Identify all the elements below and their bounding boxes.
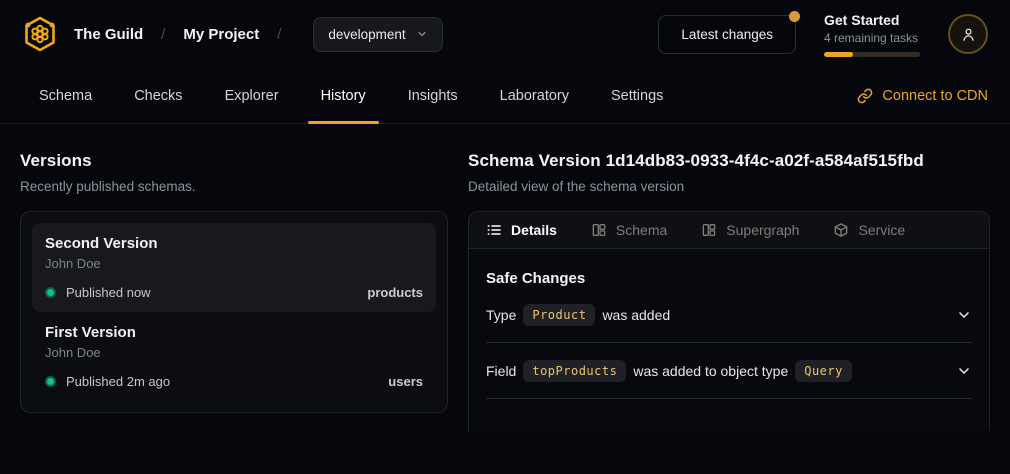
- connect-cdn-link[interactable]: Connect to CDN: [857, 88, 988, 104]
- tab-schema-detail[interactable]: Schema: [591, 222, 667, 238]
- versions-subtitle: Recently published schemas.: [20, 179, 448, 194]
- get-started-widget[interactable]: Get Started 4 remaining tasks: [824, 12, 920, 57]
- tab-explorer[interactable]: Explorer: [208, 68, 296, 123]
- version-title: Second Version: [45, 235, 423, 252]
- cube-icon: [833, 222, 849, 238]
- schema-version-title: Schema Version 1d14db83-0933-4f4c-a02f-a…: [468, 151, 990, 171]
- breadcrumb-separator: /: [157, 26, 169, 43]
- change-text: was added: [602, 307, 670, 323]
- versions-list: Second Version John Doe Published now pr…: [20, 211, 448, 413]
- get-started-subtitle: 4 remaining tasks: [824, 31, 920, 45]
- change-text: Type: [486, 307, 516, 323]
- version-list-item[interactable]: First Version John Doe Published 2m ago …: [32, 312, 436, 401]
- version-title: First Version: [45, 324, 423, 341]
- code-chip: topProducts: [523, 360, 626, 382]
- detail-tabbar: Details Schema: [469, 212, 989, 249]
- tab-insights[interactable]: Insights: [391, 68, 475, 123]
- tab-supergraph-label: Supergraph: [726, 222, 799, 238]
- published-status-icon: [45, 376, 56, 387]
- list-icon: [486, 222, 502, 238]
- notification-dot: [789, 11, 800, 22]
- tab-schema-label: Schema: [616, 222, 667, 238]
- safe-changes-title: Safe Changes: [486, 270, 972, 287]
- tab-history[interactable]: History: [304, 68, 383, 123]
- code-chip: Query: [795, 360, 852, 382]
- chevron-down-icon[interactable]: [956, 363, 972, 379]
- published-status-icon: [45, 287, 56, 298]
- version-service-name: users: [388, 374, 423, 389]
- project-name[interactable]: My Project: [183, 26, 259, 43]
- hive-logo-icon[interactable]: [22, 15, 58, 53]
- schema-version-panel: Details Schema: [468, 211, 990, 431]
- get-started-progress-fill: [824, 52, 853, 57]
- link-icon: [857, 88, 873, 104]
- version-list-item[interactable]: Second Version John Doe Published now pr…: [32, 223, 436, 312]
- connect-cdn-label: Connect to CDN: [882, 88, 988, 104]
- change-text: Field: [486, 363, 516, 379]
- version-status: Published 2m ago: [66, 374, 170, 389]
- get-started-title: Get Started: [824, 12, 920, 28]
- version-author: John Doe: [45, 345, 423, 360]
- tab-service[interactable]: Service: [833, 222, 905, 238]
- columns-icon: [591, 222, 607, 238]
- columns-icon: [701, 222, 717, 238]
- change-text: was added to object type: [633, 363, 788, 379]
- target-selector-value: development: [328, 27, 405, 42]
- tab-details-label: Details: [511, 222, 557, 238]
- code-chip: Product: [523, 304, 595, 326]
- app-header: The Guild / My Project / development Lat…: [0, 0, 1010, 68]
- tab-details[interactable]: Details: [486, 222, 557, 238]
- detail-content: Safe Changes Type Product was added: [469, 249, 989, 399]
- target-selector[interactable]: development: [313, 17, 442, 52]
- chevron-down-icon: [416, 28, 428, 40]
- version-author: John Doe: [45, 256, 423, 271]
- latest-changes-label: Latest changes: [681, 27, 773, 42]
- version-service-name: products: [367, 285, 423, 300]
- versions-title: Versions: [20, 151, 448, 171]
- tab-laboratory[interactable]: Laboratory: [483, 68, 586, 123]
- tab-schema[interactable]: Schema: [22, 68, 109, 123]
- tab-supergraph[interactable]: Supergraph: [701, 222, 799, 238]
- breadcrumb-separator: /: [273, 26, 285, 43]
- latest-changes-button[interactable]: Latest changes: [658, 15, 796, 54]
- chevron-down-icon[interactable]: [956, 307, 972, 323]
- breadcrumb: The Guild / My Project / development: [22, 15, 443, 53]
- tab-service-label: Service: [858, 222, 905, 238]
- version-status: Published now: [66, 285, 151, 300]
- org-name[interactable]: The Guild: [74, 26, 143, 43]
- tab-checks[interactable]: Checks: [117, 68, 199, 123]
- user-icon: [960, 26, 977, 43]
- get-started-progressbar: [824, 52, 920, 57]
- tab-settings[interactable]: Settings: [594, 68, 680, 123]
- schema-version-subtitle: Detailed view of the schema version: [468, 179, 990, 194]
- main-nav: Schema Checks Explorer History Insights …: [0, 68, 1010, 124]
- change-row[interactable]: Field topProducts was added to object ty…: [486, 343, 972, 399]
- change-row[interactable]: Type Product was added: [486, 287, 972, 343]
- user-avatar[interactable]: [948, 14, 988, 54]
